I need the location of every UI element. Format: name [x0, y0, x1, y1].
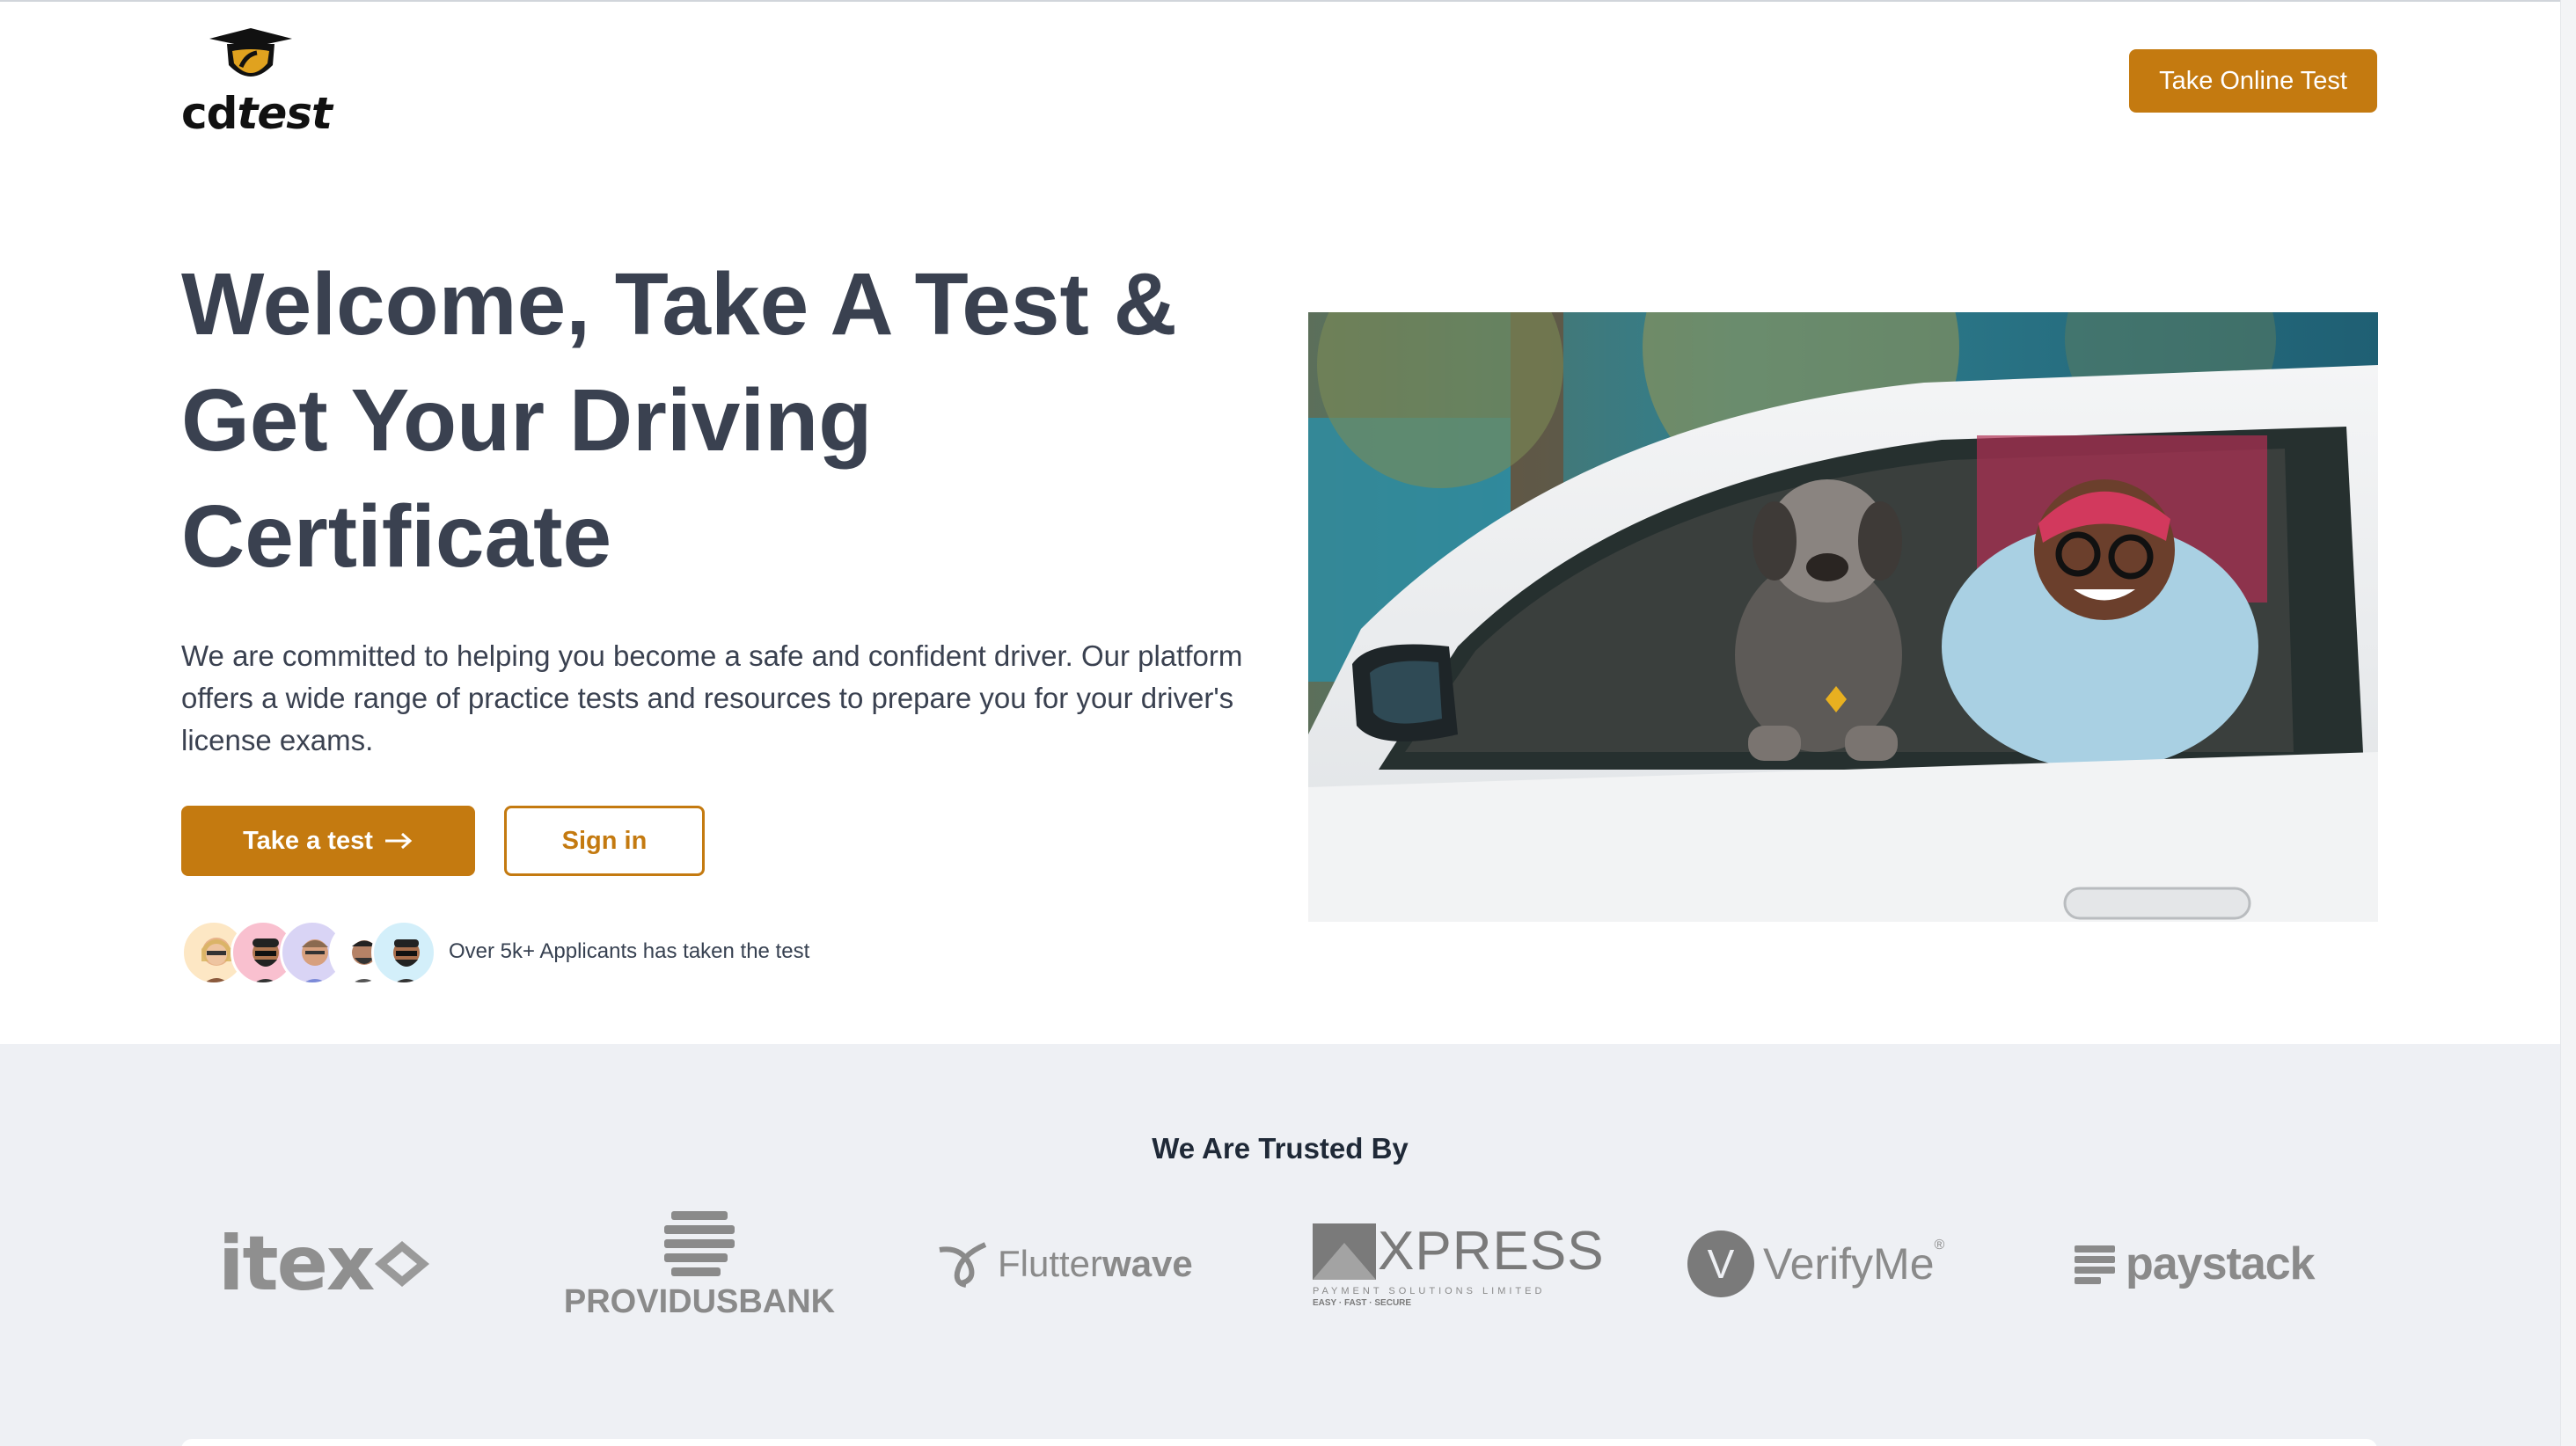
graduation-cap-icon [209, 28, 292, 77]
hero-title: Welcome, Take A Test & Get Your Driving … [181, 255, 1177, 586]
avatar [371, 920, 436, 985]
logo-wordmark: cdtest [181, 88, 333, 139]
trusted-by-title: We Are Trusted By [1152, 1132, 1409, 1165]
take-a-test-button[interactable]: Take a test [181, 806, 475, 876]
take-a-test-label: Take a test [243, 826, 373, 855]
cdtest-logo[interactable]: cdtest [181, 28, 333, 139]
top-border [0, 0, 2576, 2]
xpress-mountain-icon [1313, 1223, 1376, 1280]
applicant-avatars [181, 920, 436, 985]
applicants-count-text: Over 5k+ Applicants has taken the test [449, 939, 810, 963]
paystack-logo: paystack [2073, 1202, 2337, 1326]
itex-diamond-icon [375, 1241, 430, 1287]
providus-stripes-icon [664, 1210, 735, 1276]
flutterwave-icon [939, 1242, 987, 1288]
xpress-payments-logo: XPRESS PAYMENT SOLUTIONS LIMITED EASY · … [1313, 1221, 1605, 1308]
hero-description: We are committed to helping you become a… [181, 639, 1243, 756]
hero-image-woman-dog-car [1308, 312, 2378, 922]
flutterwave-logo: Flutter wave [934, 1202, 1216, 1326]
next-section-card [181, 1439, 2377, 1446]
itex-logo: itex [218, 1202, 482, 1326]
trusted-by-section: We Are Trusted By itex PROVIDUSBANK Flut… [0, 1044, 2560, 1446]
paystack-bars-icon [2075, 1245, 2115, 1284]
verifyme-logo: V VerifyMe ® [1687, 1202, 1969, 1326]
sign-in-button[interactable]: Sign in [504, 806, 705, 876]
verifyme-v-icon: V [1687, 1231, 1754, 1297]
arrow-right-icon [384, 832, 413, 850]
providus-bank-logo: PROVIDUSBANK [563, 1202, 836, 1326]
scrollbar[interactable] [2560, 0, 2576, 1446]
take-online-test-button[interactable]: Take Online Test [2129, 49, 2377, 113]
